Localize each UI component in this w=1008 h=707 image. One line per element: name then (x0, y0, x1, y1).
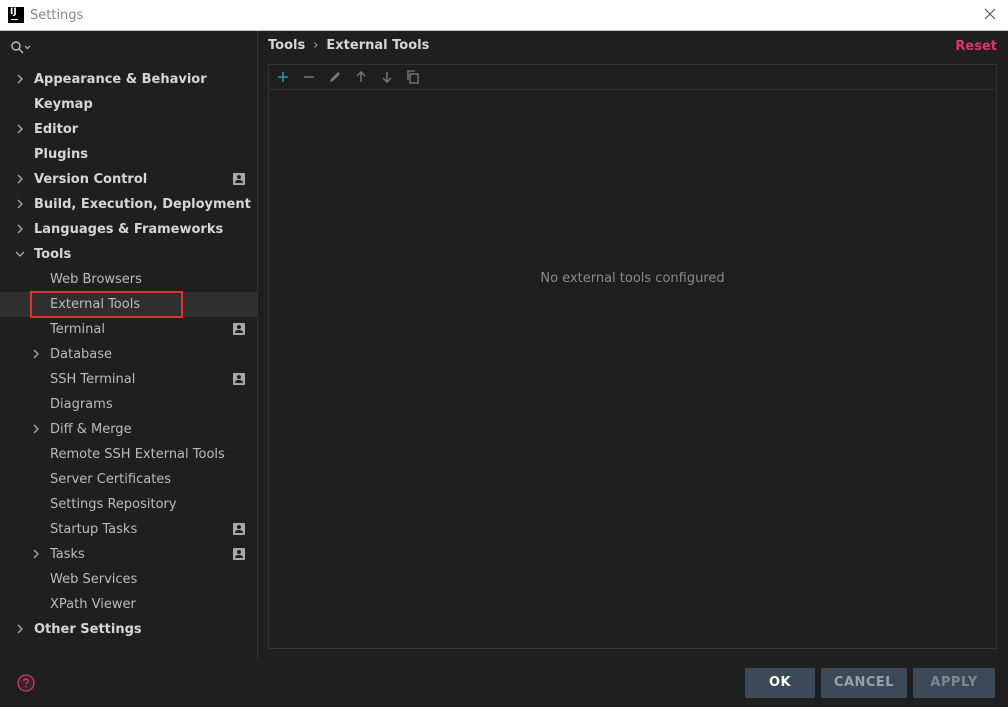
sidebar-item-settings-repository[interactable]: Settings Repository (0, 492, 257, 517)
chevron-right-icon[interactable] (15, 74, 25, 84)
sidebar-item-ssh-terminal[interactable]: SSH Terminal (0, 367, 257, 392)
close-icon[interactable] (982, 6, 998, 22)
sidebar-item-label: Settings Repository (50, 497, 177, 512)
sidebar-item-label: Web Services (50, 572, 138, 587)
move-up-icon[interactable] (353, 69, 369, 85)
edit-icon[interactable] (327, 69, 343, 85)
sidebar-item-keymap[interactable]: Keymap (0, 92, 257, 117)
chevron-right-icon[interactable] (15, 199, 25, 209)
reset-link[interactable]: Reset (955, 39, 997, 54)
sidebar-item-label: Remote SSH External Tools (50, 447, 225, 462)
sidebar-item-startup-tasks[interactable]: Startup Tasks (0, 517, 257, 542)
sidebar-item-terminal[interactable]: Terminal (0, 317, 257, 342)
sidebar-item-tools[interactable]: Tools (0, 242, 257, 267)
sidebar-item-database[interactable]: Database (0, 342, 257, 367)
chevron-down-icon[interactable] (15, 249, 25, 259)
chevron-right-icon[interactable] (15, 174, 25, 184)
sidebar-item-label: Editor (34, 122, 79, 137)
breadcrumb: Tools › External Tools (268, 38, 429, 56)
sidebar-item-label: Languages & Frameworks (34, 222, 224, 237)
sidebar-item-label: Appearance & Behavior (34, 72, 207, 87)
sidebar-item-diagrams[interactable]: Diagrams (0, 392, 257, 417)
sidebar-item-plugins[interactable]: Plugins (0, 142, 257, 167)
sidebar-item-languages-and-frameworks[interactable]: Languages & Frameworks (0, 217, 257, 242)
title-bar: IJ Settings (0, 0, 1008, 31)
project-scope-icon (233, 523, 245, 535)
sidebar-item-label: XPath Viewer (50, 597, 136, 612)
sidebar-item-label: Web Browsers (50, 272, 142, 287)
chevron-right-icon[interactable] (15, 124, 25, 134)
sidebar-item-other-settings[interactable]: Other Settings (0, 617, 257, 642)
breadcrumb-item-external-tools: External Tools (326, 38, 430, 53)
sidebar-item-xpath-viewer[interactable]: XPath Viewer (0, 592, 257, 617)
project-scope-icon (233, 323, 245, 335)
sidebar-item-label: Plugins (34, 147, 88, 162)
sidebar-item-label: Startup Tasks (50, 522, 138, 537)
add-icon[interactable] (275, 69, 291, 85)
chevron-right-icon[interactable] (31, 349, 41, 359)
breadcrumb-item-tools[interactable]: Tools (268, 38, 305, 53)
copy-icon[interactable] (405, 69, 421, 85)
project-scope-icon (233, 173, 245, 185)
sidebar-item-label: Diff & Merge (50, 422, 132, 437)
sidebar-item-web-services[interactable]: Web Services (0, 567, 257, 592)
sidebar-item-label: Tools (34, 247, 72, 262)
sidebar-item-external-tools[interactable]: External Tools (0, 291, 257, 318)
ok-button[interactable]: OK (745, 668, 815, 698)
sidebar-item-remote-ssh-external-tools[interactable]: Remote SSH External Tools (0, 442, 257, 467)
sidebar-item-diff-and-merge[interactable]: Diff & Merge (0, 417, 257, 442)
external-tools-panel: No external tools configured (268, 64, 997, 649)
sidebar-item-server-certificates[interactable]: Server Certificates (0, 467, 257, 492)
window-title: Settings (30, 8, 84, 23)
apply-button[interactable]: APPLY (913, 668, 995, 698)
sidebar-item-label: External Tools (50, 297, 141, 312)
chevron-right-icon[interactable] (15, 624, 25, 634)
intellij-app-icon: IJ (8, 7, 24, 23)
sidebar-item-label: SSH Terminal (50, 372, 136, 387)
sidebar-item-build-execution-deployment[interactable]: Build, Execution, Deployment (0, 192, 257, 217)
sidebar-item-label: Other Settings (34, 622, 142, 637)
project-scope-icon (233, 548, 245, 560)
project-scope-icon (233, 373, 245, 385)
sidebar-item-label: Keymap (34, 97, 93, 112)
help-icon[interactable] (17, 674, 35, 692)
app-icon-text: IJ (10, 7, 17, 17)
chevron-right-icon[interactable] (31, 549, 41, 559)
sidebar-item-label: Build, Execution, Deployment (34, 197, 251, 212)
search-icon[interactable] (10, 40, 32, 56)
empty-state-text: No external tools configured (540, 271, 725, 286)
breadcrumb-separator-icon: › (313, 38, 319, 53)
remove-icon[interactable] (301, 69, 317, 85)
settings-tree: Appearance & Behavior Keymap Editor Plugins… (0, 67, 257, 642)
sidebar-item-label: Diagrams (50, 397, 113, 412)
cancel-button[interactable]: CANCEL (821, 668, 907, 698)
sidebar-item-label: Version Control (34, 172, 148, 187)
sidebar-item-web-browsers[interactable]: Web Browsers (0, 267, 257, 292)
sidebar-item-label: Tasks (50, 547, 85, 562)
chevron-right-icon[interactable] (31, 424, 41, 434)
chevron-right-icon[interactable] (15, 224, 25, 234)
sidebar-item-version-control[interactable]: Version Control (0, 167, 257, 192)
tools-toolbar (269, 65, 996, 90)
sidebar-item-label: Database (50, 347, 113, 362)
sidebar-item-label: Terminal (50, 322, 105, 337)
sidebar-item-editor[interactable]: Editor (0, 117, 257, 142)
move-down-icon[interactable] (379, 69, 395, 85)
settings-sidebar: Appearance & Behavior Keymap Editor Plugins… (0, 31, 258, 657)
sidebar-item-tasks[interactable]: Tasks (0, 542, 257, 567)
sidebar-item-label: Server Certificates (50, 472, 172, 487)
sidebar-item-appearance-and-behavior[interactable]: Appearance & Behavior (0, 67, 257, 92)
